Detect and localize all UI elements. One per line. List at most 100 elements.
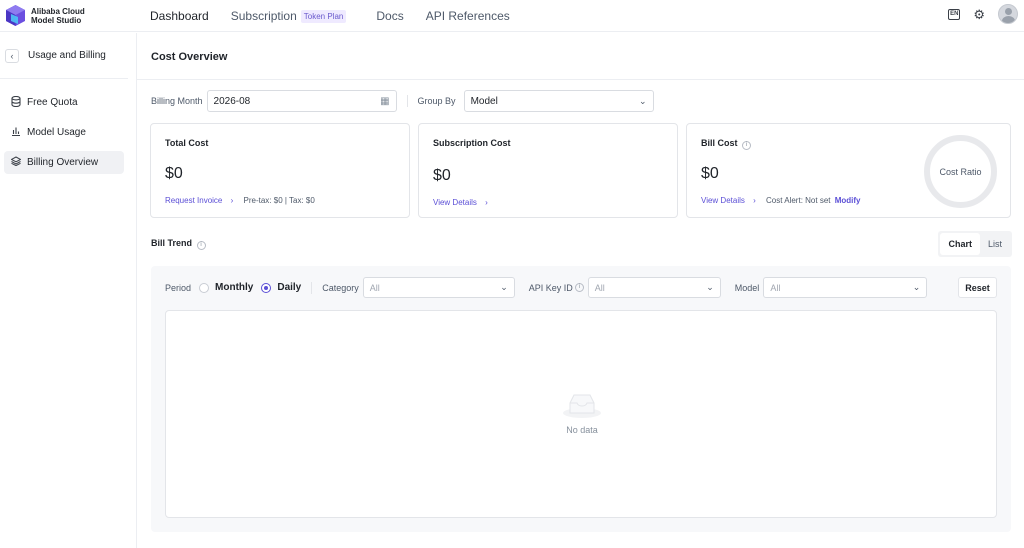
chevron-right-icon: › <box>485 198 488 207</box>
info-icon[interactable]: i <box>574 283 584 292</box>
cost-filters: Billing Month 2026-08 ▦ Group By Model ⌄ <box>151 90 654 112</box>
info-icon[interactable]: i <box>196 241 206 250</box>
sidebar-header: ‹ Usage and Billing <box>0 33 128 79</box>
bill-trend-title: Bill Trend <box>151 238 193 248</box>
back-button[interactable]: ‹ <box>5 48 19 63</box>
title-divider <box>137 79 1024 80</box>
sidebar-item-model-usage[interactable]: Model Usage <box>4 121 124 144</box>
billing-month-value: 2026-08 <box>213 95 251 107</box>
bar-chart-icon <box>11 126 21 139</box>
page-title: Cost Overview <box>151 51 228 63</box>
main-nav: Dashboard Subscription Token Plan Docs A… <box>150 0 532 32</box>
tax-breakdown: Pre-tax: $0 | Tax: $0 <box>243 196 315 205</box>
cost-ratio-label: Cost Ratio <box>939 166 982 177</box>
sidebar-item-label: Model Usage <box>27 127 86 138</box>
cost-ratio-ring: Cost Ratio <box>924 135 997 208</box>
category-label: Category <box>322 282 359 293</box>
model-label: Model <box>734 282 760 293</box>
bill-cost-title: Bill Cost <box>701 138 738 148</box>
subscription-cost-amount: $0 <box>433 167 451 184</box>
chevron-left-icon: ‹ <box>10 50 14 61</box>
cost-alert-status: Cost Alert: Not set <box>766 196 831 205</box>
brand-name: Alibaba Cloud Model Studio <box>31 7 85 25</box>
group-by-value: Model <box>470 95 498 107</box>
group-by-select[interactable]: Model ⌄ <box>463 90 654 112</box>
filter-divider <box>406 95 408 107</box>
nav-dashboard[interactable]: Dashboard <box>150 9 209 23</box>
bill-cost-actions: View Details › Cost Alert: Not set Modif… <box>701 196 861 205</box>
top-right-actions: EN ⚙ <box>948 4 1018 24</box>
brand-line-1: Alibaba Cloud <box>31 6 85 16</box>
sidebar-menu: Free Quota Model Usage Billing Overview <box>0 79 136 174</box>
bill-trend-filters: Period Monthly Daily Category All ⌄ API … <box>165 277 928 298</box>
period-monthly-radio[interactable] <box>199 282 210 293</box>
chevron-down-icon: ⌄ <box>706 282 714 292</box>
nav-subscription-label: Subscription <box>230 9 297 23</box>
bill-trend-chart-area: No data <box>165 310 997 518</box>
total-cost-title: Total Cost <box>165 138 209 148</box>
bill-trend-title-row: Bill Trend i <box>151 238 206 250</box>
top-navigation-bar: Alibaba Cloud Model Studio Dashboard Sub… <box>0 0 1024 32</box>
bill-cost-card: Bill Cost i $0 View Details › Cost Alert… <box>686 123 1011 218</box>
total-cost-card: Total Cost $0 Request Invoice › Pre-tax:… <box>150 123 410 218</box>
brand-line-2: Model Studio <box>31 15 82 25</box>
nav-subscription[interactable]: Subscription Token Plan <box>231 9 355 23</box>
view-toggle: Chart List <box>938 231 1012 257</box>
billing-month-picker[interactable]: 2026-08 ▦ <box>206 90 397 112</box>
empty-state: No data <box>562 389 602 435</box>
sidebar-item-label: Free Quota <box>27 97 78 108</box>
chevron-down-icon: ⌄ <box>639 95 647 106</box>
nav-api-references[interactable]: API References <box>426 9 510 23</box>
period-daily-label[interactable]: Daily <box>277 282 301 293</box>
chevron-right-icon: › <box>230 196 234 205</box>
period-daily-radio[interactable] <box>261 282 272 293</box>
brand-logo[interactable]: Alibaba Cloud Model Studio <box>6 5 85 26</box>
subscription-view-details-link[interactable]: View Details › <box>433 198 488 207</box>
model-studio-logo-icon <box>6 5 25 26</box>
filter-divider <box>311 281 313 294</box>
sidebar: ‹ Usage and Billing Free Quota Model Usa… <box>0 33 137 548</box>
database-icon <box>11 95 21 110</box>
period-monthly-label[interactable]: Monthly <box>215 282 253 293</box>
category-select[interactable]: All ⌄ <box>362 277 515 298</box>
request-invoice-label: Request Invoice <box>165 196 223 205</box>
subscription-cost-card: Subscription Cost $0 View Details › <box>418 123 678 218</box>
tab-chart[interactable]: Chart <box>940 233 980 255</box>
calendar-icon: ▦ <box>380 95 390 107</box>
nav-docs[interactable]: Docs <box>376 9 403 23</box>
api-key-label: API Key ID <box>528 282 573 293</box>
no-data-text: No data <box>566 425 598 435</box>
token-plan-tag: Token Plan <box>300 9 347 23</box>
billing-month-label: Billing Month <box>151 96 203 106</box>
sidebar-title: Usage and Billing <box>28 50 106 61</box>
bill-cost-amount: $0 <box>701 165 719 182</box>
sidebar-item-billing-overview[interactable]: Billing Overview <box>4 151 124 174</box>
bill-trend-panel: Period Monthly Daily Category All ⌄ API … <box>151 266 1011 532</box>
model-value: All <box>770 282 781 293</box>
chevron-down-icon: ⌄ <box>912 282 921 292</box>
total-cost-amount: $0 <box>165 165 183 182</box>
group-by-label: Group By <box>417 96 456 106</box>
model-select[interactable]: All ⌄ <box>763 277 928 298</box>
info-icon[interactable]: i <box>742 141 752 150</box>
bill-view-details-link[interactable]: View Details <box>701 196 745 205</box>
chevron-down-icon: ⌄ <box>500 282 508 292</box>
bill-cost-title-row: Bill Cost i <box>701 138 752 150</box>
api-key-select[interactable]: All ⌄ <box>587 277 721 298</box>
main-content: Cost Overview Billing Month 2026-08 ▦ Gr… <box>137 33 1024 548</box>
modify-alert-link[interactable]: Modify <box>835 196 861 205</box>
tab-list[interactable]: List <box>980 233 1010 255</box>
sidebar-item-label: Billing Overview <box>27 157 99 168</box>
period-label: Period <box>165 282 192 293</box>
sidebar-item-free-quota[interactable]: Free Quota <box>4 91 124 114</box>
gear-icon[interactable]: ⚙ <box>973 8 985 21</box>
subscription-cost-title: Subscription Cost <box>433 138 511 148</box>
avatar[interactable] <box>998 4 1018 24</box>
empty-box-icon <box>563 394 601 418</box>
view-details-label: View Details <box>433 198 477 207</box>
request-invoice-link[interactable]: Request Invoice › Pre-tax: $0 | Tax: $0 <box>165 196 315 205</box>
reset-button[interactable]: Reset <box>958 277 997 298</box>
api-key-value: All <box>594 282 605 293</box>
chevron-right-icon: › <box>753 196 756 205</box>
language-icon[interactable]: EN <box>948 8 961 20</box>
